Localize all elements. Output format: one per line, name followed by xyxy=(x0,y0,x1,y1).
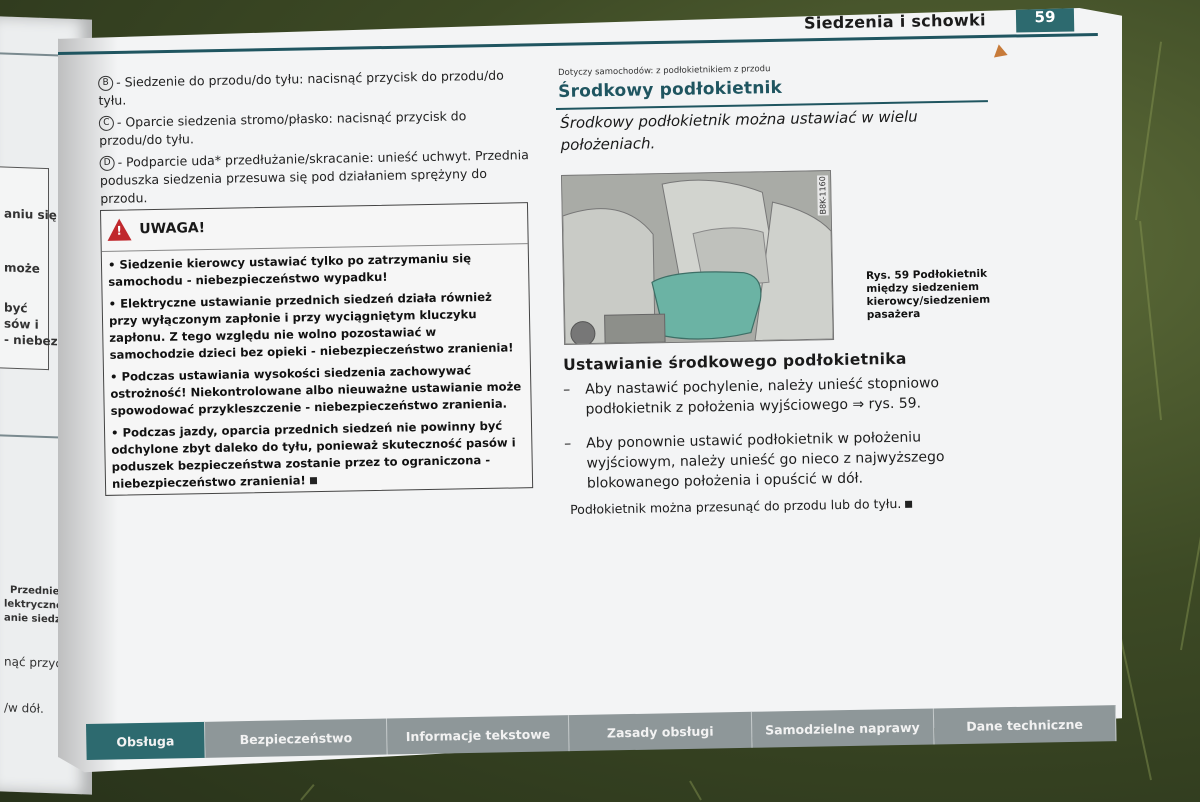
applies-to-note: Dotyczy samochodów: z podłokietnikiem z … xyxy=(558,64,771,78)
warning-bullet: • Siedzenie kierowcy ustawiać tylko po z… xyxy=(107,251,472,289)
instruction-item: C- Oparcie siedzenia stromo/płasko: naci… xyxy=(98,106,530,150)
figure-caption: Rys. 59 Podłokietnik między siedzeniem k… xyxy=(866,267,991,321)
warning-body: • Siedzenie kierowcy ustawiać tylko po z… xyxy=(108,249,526,498)
header-rule xyxy=(58,32,1098,55)
tab-dane-techniczne[interactable]: Dane techniczne xyxy=(933,705,1117,745)
warning-box: UWAGA! • Siedzenie kierowcy ustawiać tyl… xyxy=(100,202,534,498)
end-of-section-icon xyxy=(309,477,317,485)
end-of-section-icon xyxy=(905,500,913,508)
figure-code: B8K-1160 xyxy=(817,175,829,216)
subsection-title: Ustawianie środkowego podłokietnika xyxy=(563,349,907,374)
tab-samodzielne-naprawy[interactable]: Samodzielne naprawy xyxy=(751,708,935,748)
continue-arrow-icon xyxy=(993,44,1011,62)
warning-header: UWAGA! xyxy=(101,203,528,252)
marker-c-icon: C xyxy=(98,115,115,131)
warning-bullet: • Podczas jazdy, oparcia przednich siedz… xyxy=(110,418,516,491)
section-title: Środkowy podłokietnik xyxy=(558,77,783,102)
marker-d-icon: D xyxy=(99,155,115,171)
manual-page: Siedzenia i schowki 59 B- Siedzenie do p… xyxy=(58,8,1122,773)
previous-page-fragment: może xyxy=(4,260,40,276)
previous-page-fragment: sów i xyxy=(4,316,39,332)
tab-zasady-obslugi[interactable]: Zasady obsługi xyxy=(569,711,753,752)
tab-obsluga[interactable]: Obsługa xyxy=(86,721,206,760)
previous-page-fragment: być xyxy=(4,300,28,316)
instruction-text: - Siedzenie do przodu/do tyłu: nacisnąć … xyxy=(98,67,504,108)
running-header: Siedzenia i schowki xyxy=(803,10,986,33)
warning-bullet: • Elektryczne ustawianie przednich siedz… xyxy=(108,289,514,362)
page-number-badge: 59 xyxy=(1015,8,1075,33)
armrest-illustration xyxy=(562,171,834,345)
previous-page-fragment: - niebez- xyxy=(4,332,63,349)
step-item: – Aby nastawić pochylenie, należy unieść … xyxy=(563,375,940,418)
left-column: B- Siedzenie do przodu/do tyłu: nacisnąć… xyxy=(98,66,530,212)
instruction-text: - Oparcie siedzenia stromo/płasko: nacis… xyxy=(99,108,467,148)
tab-bezpieczenstwo[interactable]: Bezpieczeństwo xyxy=(204,718,388,758)
previous-page-fragment: lektryczne xyxy=(4,598,63,612)
armrest-figure: B8K-1160 xyxy=(561,170,835,345)
marker-b-icon: B xyxy=(98,75,114,91)
instruction-item: B- Siedzenie do przodu/do tyłu: nacisnąć… xyxy=(98,66,529,110)
warning-triangle-icon xyxy=(107,218,132,241)
warning-title: UWAGA! xyxy=(139,220,206,238)
section-intro: Środkowy podłokietnik można ustawiać w w… xyxy=(560,107,918,154)
previous-page-fragment: /w dół. xyxy=(4,700,44,716)
step-item: – Aby ponownie ustawić podłokietnik w poł… xyxy=(564,429,945,492)
instruction-text: - Podparcie uda* przedłużanie/skracanie:… xyxy=(99,147,529,206)
instruction-item: D- Podparcie uda* przedłużanie/skracanie… xyxy=(99,146,530,208)
warning-bullet: • Podczas ustawiania wysokości siedzenia… xyxy=(109,363,522,418)
tab-informacje-tekstowe[interactable]: Informacje tekstowe xyxy=(387,715,570,755)
steps-list: – Aby nastawić pochylenie, należy unieść … xyxy=(563,372,1005,508)
previous-page-fragment: aniu się xyxy=(4,206,57,223)
